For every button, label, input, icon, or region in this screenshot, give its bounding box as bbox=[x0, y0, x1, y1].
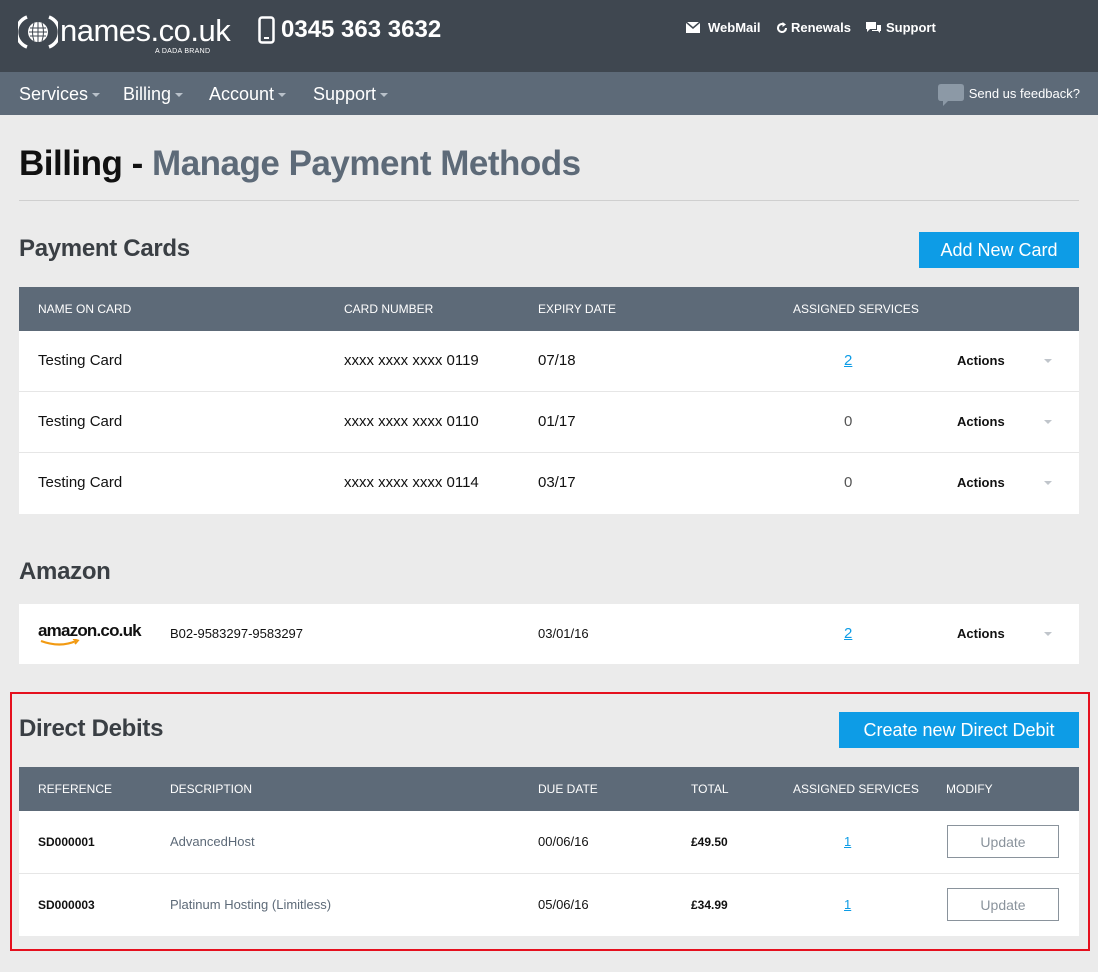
chevron-down-icon bbox=[1044, 420, 1052, 424]
debit-total: £49.50 bbox=[691, 835, 728, 849]
create-direct-debit-button[interactable]: Create new Direct Debit bbox=[839, 712, 1079, 748]
title-divider bbox=[19, 200, 1079, 201]
actions-dropdown[interactable]: Actions bbox=[957, 475, 1005, 490]
amazon-logo: amazon.co.uk bbox=[38, 621, 142, 647]
debit-due-date: 05/06/16 bbox=[538, 897, 589, 912]
feedback-link[interactable]: Send us feedback? bbox=[937, 83, 1080, 106]
amazon-title: Amazon bbox=[19, 558, 111, 585]
mail-icon bbox=[686, 22, 700, 33]
direct-debits-title: Direct Debits bbox=[19, 715, 164, 742]
amazon-date: 03/01/16 bbox=[538, 626, 589, 641]
chevron-down-icon bbox=[1044, 359, 1052, 363]
cards-table-header: NAME ON CARD CARD NUMBER EXPIRY DATE ASS… bbox=[19, 287, 1079, 331]
phone-text: 0345 363 3632 bbox=[281, 16, 442, 43]
amazon-reference: B02-9583297-9583297 bbox=[170, 626, 304, 641]
nav-account[interactable]: Account bbox=[209, 82, 287, 106]
table-row: amazon.co.uk B02-9583297-9583297 03/01/1… bbox=[19, 604, 1079, 664]
payment-cards-title: Payment Cards bbox=[19, 235, 190, 262]
assigned-services-link[interactable]: 2 bbox=[844, 625, 852, 642]
chevron-down-icon bbox=[1044, 481, 1052, 485]
refresh-icon bbox=[777, 22, 787, 33]
chevron-down-icon bbox=[92, 93, 101, 98]
update-button[interactable]: Update bbox=[947, 825, 1059, 858]
table-row: SD000003 Platinum Hosting (Limitless) 05… bbox=[19, 874, 1079, 936]
table-row: Testing Card xxxx xxxx xxxx 0110 01/17 0… bbox=[19, 392, 1079, 453]
chevron-down-icon bbox=[278, 93, 287, 98]
table-row: Testing Card xxxx xxxx xxxx 0119 07/18 2… bbox=[19, 331, 1079, 392]
chevron-down-icon bbox=[175, 93, 184, 98]
actions-dropdown[interactable]: Actions bbox=[957, 626, 1005, 641]
brand-logo[interactable]: names.co.uk A DADA BRAND bbox=[18, 14, 231, 55]
table-row: SD000001 AdvancedHost 00/06/16 £49.50 1 … bbox=[19, 811, 1079, 874]
assigned-services-link[interactable]: 1 bbox=[844, 834, 851, 849]
assigned-services-link[interactable]: 1 bbox=[844, 897, 851, 912]
amazon-smile-icon bbox=[40, 639, 80, 646]
page-subtitle: Manage Payment Methods bbox=[152, 144, 581, 183]
brand-sub: A DADA BRAND bbox=[155, 48, 211, 55]
actions-dropdown[interactable]: Actions bbox=[957, 414, 1005, 429]
debit-reference: SD000001 bbox=[38, 835, 95, 849]
add-new-card-button[interactable]: Add New Card bbox=[919, 232, 1079, 268]
chevron-down-icon bbox=[1044, 632, 1052, 636]
debit-description: AdvancedHost bbox=[170, 834, 255, 849]
table-row: Testing Card xxxx xxxx xxxx 0114 03/17 0… bbox=[19, 453, 1079, 514]
phone-icon bbox=[258, 16, 275, 44]
assigned-services-link[interactable]: 2 bbox=[844, 352, 852, 369]
debits-table-header: REFERENCE DESCRIPTION DUE DATE TOTAL ASS… bbox=[19, 767, 1079, 811]
chat-icon bbox=[866, 22, 881, 33]
globe-logo-icon bbox=[18, 15, 58, 49]
nav-support[interactable]: Support bbox=[313, 82, 389, 106]
top-bar: names.co.uk A DADA BRAND 0345 363 3632 W… bbox=[0, 0, 1098, 72]
actions-dropdown[interactable]: Actions bbox=[957, 353, 1005, 368]
debit-total: £34.99 bbox=[691, 898, 728, 912]
page-title: Billing - Manage Payment Methods bbox=[19, 144, 581, 183]
debit-due-date: 00/06/16 bbox=[538, 834, 589, 849]
brand-name: names.co.uk bbox=[60, 13, 231, 48]
nav-billing[interactable]: Billing bbox=[123, 82, 184, 106]
debit-description: Platinum Hosting (Limitless) bbox=[170, 897, 332, 912]
debit-reference: SD000003 bbox=[38, 898, 95, 912]
speech-bubble-icon bbox=[937, 84, 964, 106]
update-button[interactable]: Update bbox=[947, 888, 1059, 921]
chevron-down-icon bbox=[380, 93, 389, 98]
main-nav: Services Billing Account Support Send us… bbox=[0, 72, 1098, 115]
assigned-services-count: 0 bbox=[844, 474, 853, 491]
assigned-services-count: 0 bbox=[844, 413, 853, 430]
nav-services[interactable]: Services bbox=[19, 82, 101, 106]
